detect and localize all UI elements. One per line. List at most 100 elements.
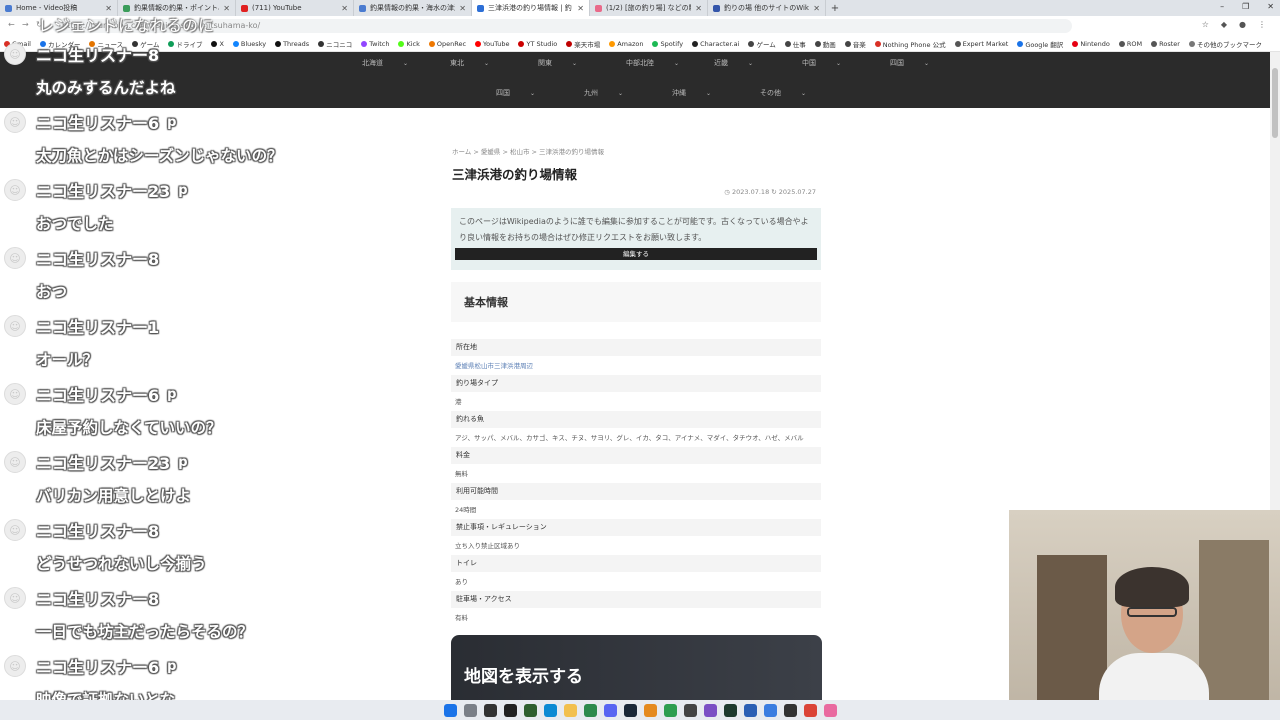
bookmark-item[interactable]: 動画 (814, 39, 836, 49)
user-avatar-icon: ☺ (4, 383, 26, 405)
notes-icon[interactable] (583, 703, 597, 717)
docs-icon[interactable] (763, 703, 777, 717)
folder-icon[interactable] (563, 703, 577, 717)
tab-close-icon[interactable]: ✕ (459, 4, 466, 13)
bookmark-item[interactable]: Nothing Phone 公式 (874, 39, 946, 49)
chatgpt-icon[interactable] (503, 703, 517, 717)
app-orange-icon[interactable] (643, 703, 657, 717)
tab-close-icon[interactable]: ✕ (223, 4, 230, 13)
tab-close-icon[interactable]: ✕ (341, 4, 348, 13)
info-row-label: トイレ (451, 555, 821, 572)
bookmark-item[interactable]: Amazon (609, 40, 643, 48)
terminal-icon[interactable] (523, 703, 537, 717)
nav-item[interactable]: 関東 ⌄ (538, 58, 626, 68)
tab-close-icon[interactable]: ✕ (577, 4, 584, 13)
new-tab-button[interactable]: + (826, 3, 844, 14)
comment-user: ☺ ニコ生リスナー8 (4, 516, 159, 544)
browser-tab[interactable]: 釣りの場 他のサイトのWikiのページ ✕ (708, 0, 826, 16)
app-gear-icon[interactable] (683, 703, 697, 717)
browser-tab[interactable]: (711) YouTube ✕ (236, 0, 354, 16)
bookmark-item[interactable]: ROM (1118, 40, 1142, 48)
tab-favicon-icon (477, 4, 484, 12)
bookmark-item[interactable]: YT Studio (518, 40, 557, 48)
info-row-value: あり (455, 578, 468, 586)
bookmark-item[interactable]: Nintendo (1072, 40, 1110, 48)
basic-info-table: 所在地 愛媛県松山市三津浜港周辺 釣り場タイプ港釣れる魚 アジ、サッパ、メバル、カサゴ… (451, 338, 821, 626)
console-icon[interactable] (783, 703, 797, 717)
streamer (1099, 565, 1209, 720)
comment-user: ☺ ニコ生リスナー6 p (4, 380, 176, 408)
comment-user: ☺ ニコ生リスナー8 (4, 584, 159, 612)
nav-item[interactable]: 四国 ⌄ (890, 58, 978, 68)
comment-text: どうせつれないし今揃う (36, 555, 207, 573)
nav-item[interactable]: 東北 ⌄ (450, 58, 538, 68)
bookmark-item[interactable]: ゲーム (748, 39, 776, 49)
tab-favicon-icon (359, 4, 366, 12)
profile-icon[interactable]: ● (1239, 20, 1246, 29)
bookmark-item[interactable]: 仕事 (784, 39, 806, 49)
minimize-icon[interactable]: – (1220, 2, 1224, 11)
show-map-button[interactable]: 地図を表示する (451, 635, 822, 700)
overlay-comment-ghost: レジェンドになれるのに (38, 16, 215, 35)
maximize-icon[interactable]: ❐ (1242, 2, 1249, 11)
discord-icon[interactable] (603, 703, 617, 717)
page-title: 三津浜港の釣り場情報 (452, 167, 578, 182)
comment-user: ☺ ニコ生リスナー6 p (4, 652, 176, 680)
bookmark-item[interactable]: Spotify (652, 40, 683, 48)
close-window-icon[interactable]: ✕ (1267, 2, 1274, 11)
nav-item[interactable]: 九州 ⌄ (584, 88, 672, 98)
forward-icon[interactable]: → (22, 20, 29, 29)
bookmark-favicon-icon (475, 40, 482, 47)
nav-item[interactable]: 沖縄 ⌄ (672, 88, 760, 98)
bookmark-item[interactable]: Character.ai (692, 40, 739, 48)
nav-item-label: 九州 (584, 89, 598, 97)
edge-icon[interactable] (543, 703, 557, 717)
menu-icon[interactable]: ⋮ (1258, 20, 1266, 29)
tab-close-icon[interactable]: ✕ (813, 4, 820, 13)
edit-button[interactable]: 編集する (455, 248, 817, 260)
obs-icon[interactable] (483, 703, 497, 717)
tab-label: 釣果情報の釣果・海水の津浜港の釣り (370, 4, 455, 12)
nav-item[interactable]: その他 ⌄ (760, 88, 848, 98)
chrome-icon[interactable] (803, 703, 817, 717)
bookmark-favicon-icon (784, 40, 791, 47)
windows-start-icon[interactable] (443, 703, 457, 717)
browser-tab[interactable]: 釣果情報の釣果・海水の津浜港の釣り ✕ (354, 0, 472, 16)
star-icon[interactable]: ☆ (1202, 20, 1209, 29)
nav-item[interactable]: 中部北陸 ⌄ (626, 58, 714, 68)
app-pink-icon[interactable] (823, 703, 837, 717)
premium-badge: p (178, 182, 188, 198)
scrollbar-thumb[interactable] (1272, 68, 1278, 138)
bookmark-item[interactable]: OpenRec (428, 40, 466, 48)
bookmark-item[interactable]: 音楽 (844, 39, 866, 49)
chevron-down-icon: ⌄ (836, 60, 842, 67)
comment-username: ニコ生リスナー6 (36, 658, 160, 677)
media-icon[interactable] (723, 703, 737, 717)
bookmark-label: ゲーム (756, 40, 776, 49)
bookmark-item[interactable]: 楽天市場 (566, 39, 600, 49)
nav-item[interactable]: 中国 ⌄ (802, 58, 890, 68)
chevron-down-icon: ⌄ (801, 90, 807, 97)
bookmark-item[interactable]: Google 翻訳 (1017, 39, 1063, 49)
bookmark-item[interactable]: その他のブックマーク (1188, 39, 1262, 49)
nav-item[interactable]: 四国 ⌄ (496, 88, 584, 98)
tab-close-icon[interactable]: ✕ (695, 4, 702, 13)
breadcrumb[interactable]: ホーム > 愛媛県 > 松山市 > 三津浜港の釣り場情報 (452, 146, 604, 156)
app-green-icon[interactable] (663, 703, 677, 717)
back-icon[interactable]: ← (8, 20, 15, 29)
bookmark-item[interactable]: Expert Market (954, 40, 1008, 48)
browser-tab[interactable]: 三津浜港の釣り場情報 | 釣りの場 ✕ (472, 0, 590, 16)
extension-icon[interactable]: ◆ (1221, 20, 1227, 29)
bookmark-item[interactable]: Roster (1151, 40, 1180, 48)
bookmark-favicon-icon (1118, 40, 1125, 47)
chevron-down-icon: ⌄ (484, 60, 490, 67)
info-row-value[interactable]: 愛媛県松山市三津浜港周辺 (451, 356, 821, 374)
steam-icon[interactable] (623, 703, 637, 717)
nav-item[interactable]: 近畿 ⌄ (714, 58, 802, 68)
bookmark-item[interactable]: YouTube (475, 40, 509, 48)
comment-text: バリカン用意しとけよ (36, 487, 192, 505)
settings-icon[interactable] (463, 703, 477, 717)
word-icon[interactable] (743, 703, 757, 717)
browser-tab[interactable]: (1/2) [旅の釣り場] などの駐車場 ✕ (590, 0, 708, 16)
app-purple-icon[interactable] (703, 703, 717, 717)
